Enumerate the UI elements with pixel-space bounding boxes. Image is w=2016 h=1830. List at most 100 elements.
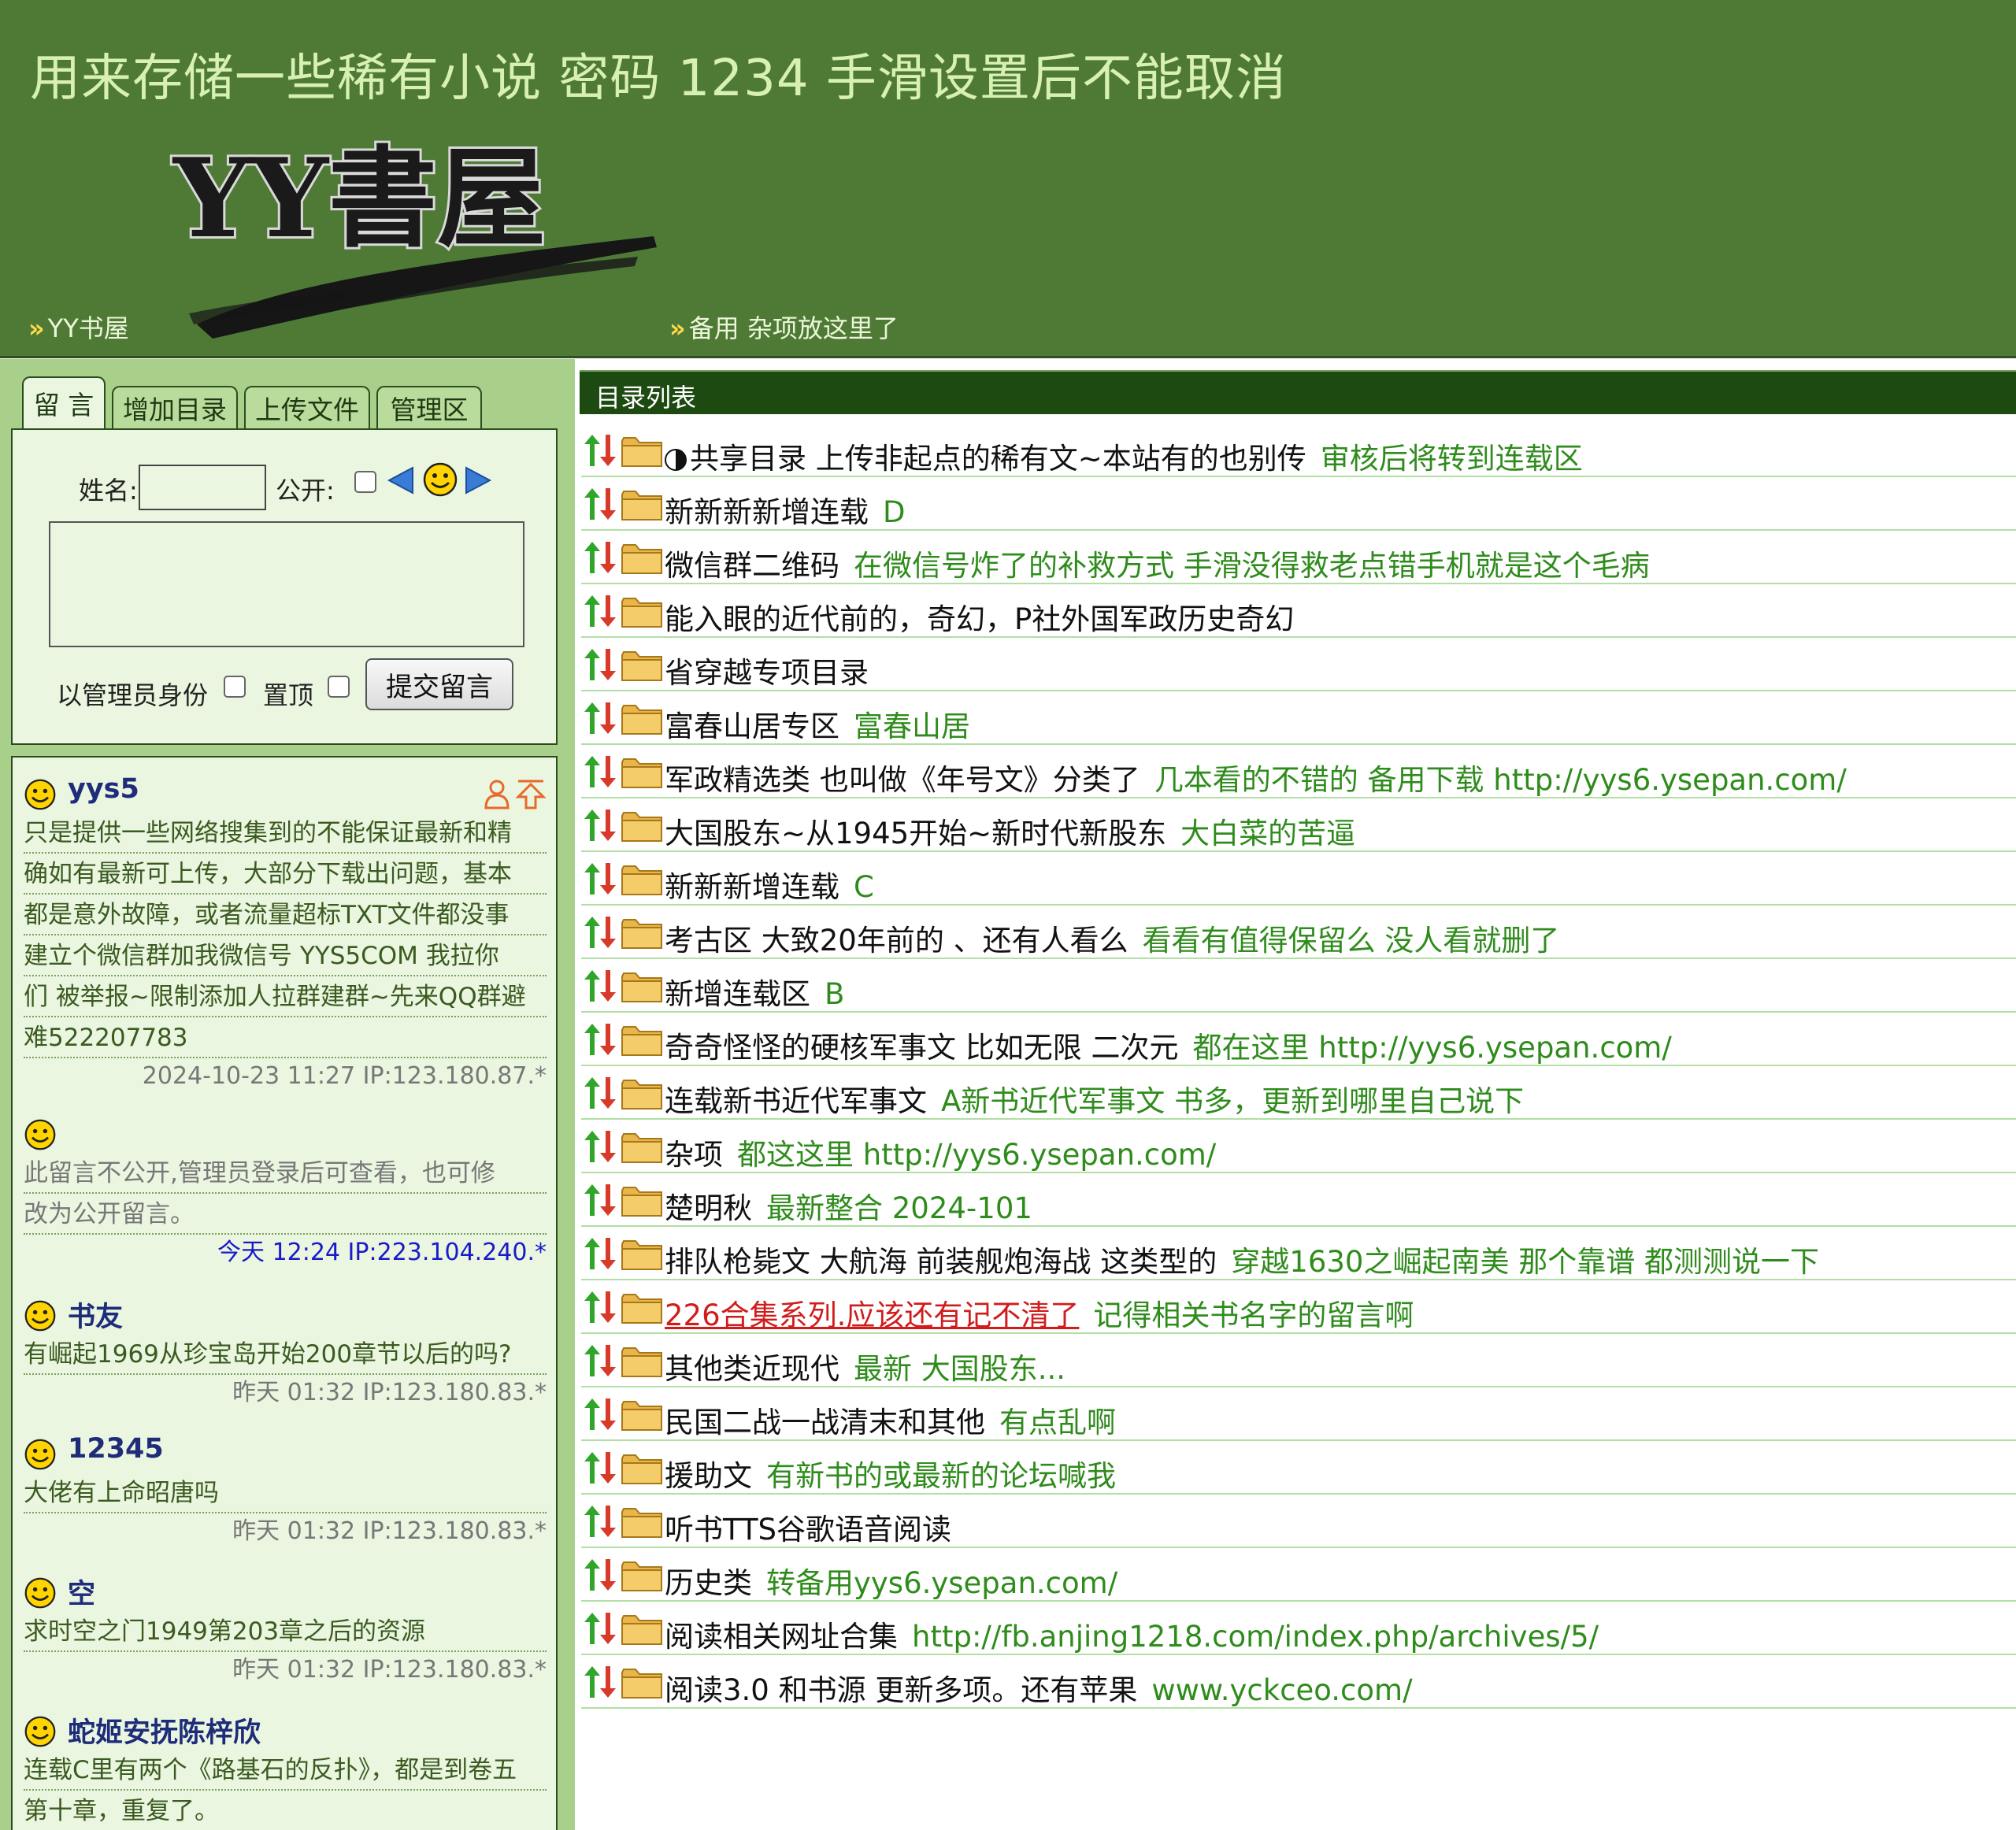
next-emoji-arrow-icon[interactable] bbox=[465, 465, 493, 496]
folder-icon[interactable] bbox=[621, 1024, 663, 1061]
directory-name[interactable]: 富春山居专区 bbox=[665, 709, 839, 743]
folder-icon[interactable] bbox=[621, 702, 663, 740]
sort-arrows-icon[interactable] bbox=[583, 1556, 617, 1597]
nav-backup[interactable]: » 备用 杂项放这里了 bbox=[669, 309, 899, 345]
tab-upload-file[interactable]: 上传文件 bbox=[244, 386, 370, 428]
sort-arrows-icon[interactable] bbox=[583, 1342, 617, 1383]
directory-name[interactable]: 大国股东~从1945开始~新时代新股东 bbox=[665, 817, 1166, 850]
directory-row[interactable]: 排队枪毙文 大航海 前装舰炮海战 这类型的 穿越1630之崛起南美 那个靠谱 都测… bbox=[581, 1227, 2016, 1280]
sort-arrows-icon[interactable] bbox=[583, 699, 617, 740]
directory-name[interactable]: 226合集系列.应该还有记不清了 bbox=[665, 1298, 1079, 1332]
public-checkbox[interactable] bbox=[354, 471, 376, 493]
sort-arrows-icon[interactable] bbox=[583, 860, 617, 901]
message-textarea[interactable] bbox=[49, 521, 524, 647]
directory-name[interactable]: 听书TTS谷歌语音阅读 bbox=[665, 1513, 951, 1547]
directory-name[interactable]: 省穿越专项目录 bbox=[665, 656, 869, 690]
directory-name[interactable]: 奇奇怪怪的硬核军事文 比如无限 二次元 bbox=[665, 1031, 1179, 1065]
folder-icon[interactable] bbox=[621, 1398, 663, 1436]
folder-icon[interactable] bbox=[621, 1238, 663, 1276]
directory-row[interactable]: 新增连载区 B bbox=[581, 959, 2016, 1013]
directory-name[interactable]: 历史类 bbox=[665, 1566, 752, 1600]
directory-row[interactable]: 奇奇怪怪的硬核军事文 比如无限 二次元 都在这里 http://yys6.ysep… bbox=[581, 1013, 2016, 1066]
directory-row[interactable]: 阅读相关网址合集 http://fb.anjing1218.com/index.p… bbox=[581, 1602, 2016, 1655]
folder-icon[interactable] bbox=[621, 1291, 663, 1329]
folder-icon[interactable] bbox=[621, 1559, 663, 1597]
directory-row[interactable]: 能入眼的近代前的，奇幻，P社外国军政历史奇幻 bbox=[581, 584, 2016, 638]
sort-arrows-icon[interactable] bbox=[583, 1663, 617, 1704]
directory-row[interactable]: 微信群二维码 在微信号炸了的补救方式 手滑没得救老点错手机就是这个毛病 bbox=[581, 531, 2016, 584]
directory-row[interactable]: 大国股东~从1945开始~新时代新股东 大白菜的苦逼 bbox=[581, 798, 2016, 852]
directory-name[interactable]: 楚明秋 bbox=[665, 1191, 752, 1225]
directory-row[interactable]: 听书TTS谷歌语音阅读 bbox=[581, 1495, 2016, 1548]
folder-icon[interactable] bbox=[621, 1666, 663, 1704]
folder-icon[interactable] bbox=[621, 595, 663, 633]
directory-name[interactable]: 民国二战一战清末和其他 bbox=[665, 1406, 985, 1439]
sort-arrows-icon[interactable] bbox=[583, 485, 617, 526]
sort-arrows-icon[interactable] bbox=[583, 1128, 617, 1169]
directory-row[interactable]: 共享目录 上传非起点的稀有文~本站有的也别传 审核后将转到连载区 bbox=[581, 424, 2016, 477]
sort-arrows-icon[interactable] bbox=[583, 1288, 617, 1329]
folder-icon[interactable] bbox=[621, 1077, 663, 1115]
directory-row[interactable]: 军政精选类 也叫做《年号文》分类了 几本看的不错的 备用下载 http://yys… bbox=[581, 745, 2016, 798]
folder-icon[interactable] bbox=[621, 863, 663, 901]
pin-to-top-icon[interactable] bbox=[515, 778, 547, 809]
user-icon[interactable] bbox=[483, 778, 511, 809]
folder-icon[interactable] bbox=[621, 1452, 663, 1490]
sort-arrows-icon[interactable] bbox=[583, 753, 617, 794]
folder-icon[interactable] bbox=[621, 649, 663, 687]
directory-row[interactable]: 援助文 有新书的或最新的论坛喊我 bbox=[581, 1441, 2016, 1495]
directory-name[interactable]: 军政精选类 也叫做《年号文》分类了 bbox=[665, 763, 1140, 797]
directory-name[interactable]: 新新新增连载 bbox=[665, 870, 839, 904]
directory-row[interactable]: 226合集系列.应该还有记不清了 记得相关书名字的留言啊 bbox=[581, 1280, 2016, 1334]
submit-message-button[interactable]: 提交留言 bbox=[365, 658, 513, 710]
directory-name[interactable]: 能入眼的近代前的，奇幻，P社外国军政历史奇幻 bbox=[665, 602, 1294, 636]
directory-row[interactable]: 富春山居专区 富春山居 bbox=[581, 691, 2016, 745]
sort-arrows-icon[interactable] bbox=[583, 592, 617, 633]
directory-name[interactable]: 杂项 bbox=[665, 1138, 723, 1172]
directory-row[interactable]: 连载新书近代军事文 A新书近代军事文 书多，更新到哪里自己说下 bbox=[581, 1066, 2016, 1120]
directory-row[interactable]: 阅读3.0 和书源 更新多项。还有苹果 www.yckceo.com/ bbox=[581, 1655, 2016, 1709]
directory-name[interactable]: 共享目录 上传非起点的稀有文~本站有的也别传 bbox=[690, 442, 1306, 476]
sort-arrows-icon[interactable] bbox=[583, 967, 617, 1008]
tab-admin[interactable]: 管理区 bbox=[376, 386, 482, 428]
sort-arrows-icon[interactable] bbox=[583, 432, 617, 472]
folder-icon[interactable] bbox=[621, 970, 663, 1008]
directory-row[interactable]: 新新新新增连载 D bbox=[581, 477, 2016, 531]
sort-arrows-icon[interactable] bbox=[583, 646, 617, 687]
directory-name[interactable]: 排队枪毙文 大航海 前装舰炮海战 这类型的 bbox=[665, 1245, 1217, 1279]
folder-icon[interactable] bbox=[621, 809, 663, 847]
directory-row[interactable]: 省穿越专项目录 bbox=[581, 638, 2016, 691]
pin-top-checkbox[interactable] bbox=[328, 676, 350, 698]
folder-icon[interactable] bbox=[621, 1613, 663, 1650]
directory-name[interactable]: 其他类近现代 bbox=[665, 1352, 839, 1386]
folder-icon[interactable] bbox=[621, 1184, 663, 1222]
folder-icon[interactable] bbox=[621, 542, 663, 580]
sort-arrows-icon[interactable] bbox=[583, 1181, 617, 1222]
directory-row[interactable]: 历史类 转备用yys6.ysepan.com/ bbox=[581, 1548, 2016, 1602]
name-input[interactable] bbox=[139, 465, 266, 510]
nav-yy-bookhouse[interactable]: » YY书屋 bbox=[28, 309, 129, 345]
directory-name[interactable]: 阅读相关网址合集 bbox=[665, 1620, 898, 1654]
admin-identity-checkbox[interactable] bbox=[224, 676, 246, 698]
folder-icon[interactable] bbox=[621, 917, 663, 954]
folder-icon[interactable] bbox=[621, 1131, 663, 1169]
sort-arrows-icon[interactable] bbox=[583, 913, 617, 954]
smiley-icon[interactable] bbox=[422, 461, 458, 498]
sort-arrows-icon[interactable] bbox=[583, 1235, 617, 1276]
folder-icon[interactable] bbox=[621, 435, 663, 472]
directory-name[interactable]: 考古区 大致20年前的 、还有人看么 bbox=[665, 924, 1128, 958]
tab-add-directory[interactable]: 增加目录 bbox=[112, 386, 238, 428]
directory-name[interactable]: 新增连载区 bbox=[665, 977, 810, 1011]
sort-arrows-icon[interactable] bbox=[583, 1610, 617, 1650]
directory-row[interactable]: 考古区 大致20年前的 、还有人看么 看看有值得保留么 没人看就删了 bbox=[581, 906, 2016, 959]
previous-emoji-arrow-icon[interactable] bbox=[386, 465, 414, 496]
directory-name[interactable]: 微信群二维码 bbox=[665, 549, 839, 583]
sort-arrows-icon[interactable] bbox=[583, 1395, 617, 1436]
tab-messages[interactable]: 留 言 bbox=[22, 376, 106, 428]
directory-name[interactable]: 阅读3.0 和书源 更新多项。还有苹果 bbox=[665, 1673, 1137, 1707]
sort-arrows-icon[interactable] bbox=[583, 1449, 617, 1490]
directory-row[interactable]: 民国二战一战清末和其他 有点乱啊 bbox=[581, 1387, 2016, 1441]
directory-name[interactable]: 连载新书近代军事文 bbox=[665, 1084, 927, 1118]
sort-arrows-icon[interactable] bbox=[583, 806, 617, 847]
directory-row[interactable]: 杂项 都这这里 http://yys6.ysepan.com/ bbox=[581, 1120, 2016, 1173]
